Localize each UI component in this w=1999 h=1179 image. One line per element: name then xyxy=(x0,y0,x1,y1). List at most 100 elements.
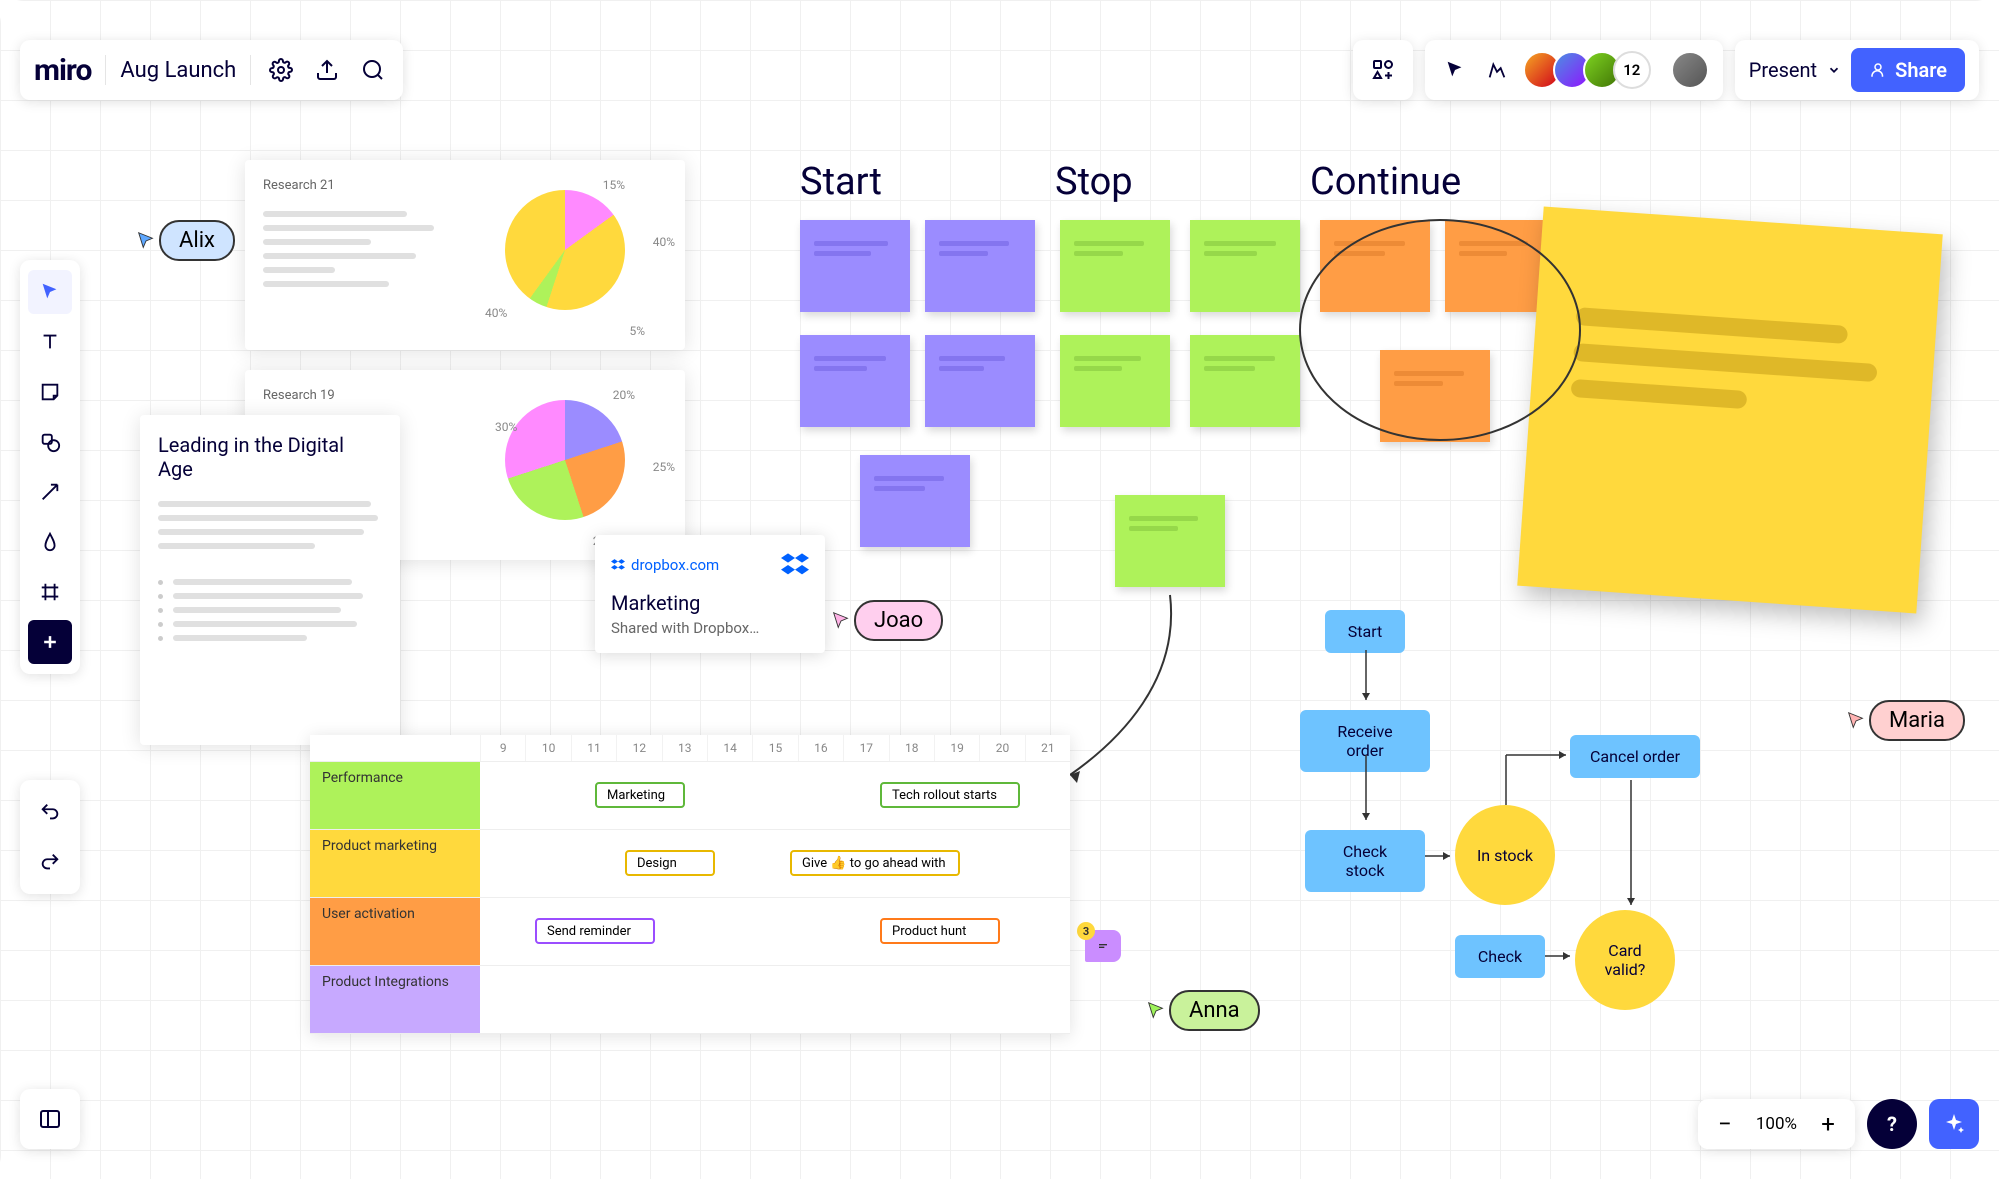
sticky-note[interactable] xyxy=(800,220,910,312)
select-tool[interactable] xyxy=(28,270,72,314)
sticky-note[interactable] xyxy=(1060,220,1170,312)
heading-start[interactable]: Start xyxy=(800,160,882,204)
apps-button[interactable] xyxy=(1353,40,1413,100)
sticky-tool[interactable] xyxy=(28,370,72,414)
sticky-note[interactable] xyxy=(1060,335,1170,427)
gantt-col: 9 xyxy=(480,735,525,761)
sticky-note[interactable] xyxy=(1380,350,1490,442)
heading-stop[interactable]: Stop xyxy=(1055,160,1133,204)
shape-tool[interactable] xyxy=(28,420,72,464)
cursor-label: Anna xyxy=(1169,990,1260,1031)
board-name[interactable]: Aug Launch xyxy=(120,58,236,83)
miro-logo[interactable]: miro xyxy=(34,53,91,88)
gantt-chart[interactable]: 9 10 11 12 13 14 15 16 17 18 19 20 21 Pe… xyxy=(310,735,1070,1034)
add-tool[interactable] xyxy=(28,620,72,664)
frame-tool[interactable] xyxy=(28,570,72,614)
flow-node[interactable]: Receive order xyxy=(1300,710,1430,772)
sticky-note[interactable] xyxy=(1190,335,1300,427)
search-icon[interactable] xyxy=(357,54,389,86)
settings-icon[interactable] xyxy=(265,54,297,86)
heading-continue[interactable]: Continue xyxy=(1310,160,1461,204)
avatar-stack[interactable]: 12 xyxy=(1523,51,1651,89)
sticky-note[interactable] xyxy=(1190,220,1300,312)
share-button[interactable]: Share xyxy=(1851,48,1965,92)
cursor-mode-icon[interactable] xyxy=(1439,54,1471,86)
undo-redo-toolbar xyxy=(20,780,80,894)
sticky-note[interactable] xyxy=(860,455,970,547)
flow-arrow xyxy=(1500,730,1575,810)
gantt-row-label: Performance xyxy=(310,762,480,829)
flow-decision[interactable]: Card valid? xyxy=(1575,910,1675,1010)
current-user-avatar[interactable] xyxy=(1671,51,1709,89)
ai-button[interactable] xyxy=(1929,1099,1979,1149)
help-button[interactable]: ? xyxy=(1867,1099,1917,1149)
divider xyxy=(250,55,251,85)
avatar-overflow[interactable]: 12 xyxy=(1613,51,1651,89)
pen-tool[interactable] xyxy=(28,520,72,564)
zoom-out-button[interactable]: − xyxy=(1706,1105,1744,1143)
percent-label: 30% xyxy=(495,420,517,434)
flow-node[interactable]: Cancel order xyxy=(1570,735,1700,778)
flow-decision[interactable]: In stock xyxy=(1455,805,1555,905)
zoom-in-button[interactable]: + xyxy=(1809,1105,1847,1143)
gantt-row-label: User activation xyxy=(310,898,480,965)
bottom-right-controls: − 100% + ? xyxy=(1698,1099,1979,1149)
panel-toggle-button[interactable] xyxy=(20,1089,80,1149)
reactions-icon[interactable] xyxy=(1481,54,1513,86)
flow-node[interactable]: Check stock xyxy=(1305,830,1425,892)
gantt-row-label: Product marketing xyxy=(310,830,480,897)
percent-label: 15% xyxy=(603,178,625,192)
dropbox-domain: dropbox.com xyxy=(631,556,719,574)
comment-bubble[interactable]: 3 xyxy=(1085,930,1121,962)
sticky-note[interactable] xyxy=(800,335,910,427)
pie-chart-icon xyxy=(505,400,625,520)
board-canvas[interactable]: miro Aug Launch 12 Present Share xyxy=(0,0,1999,1179)
percent-label: 40% xyxy=(485,306,507,320)
flow-node[interactable]: Check xyxy=(1455,935,1545,978)
cursor-label: Joao xyxy=(854,600,943,641)
arrow-tool[interactable] xyxy=(28,470,72,514)
user-cursor-maria: Maria xyxy=(1845,700,1965,741)
gantt-col: 15 xyxy=(752,735,797,761)
percent-label: 20% xyxy=(613,388,635,402)
research-card-1[interactable]: Research 21 15% 40% 5% 40% xyxy=(245,160,685,350)
dropbox-title: Marketing xyxy=(611,591,809,615)
drawn-arrow xyxy=(1060,590,1220,790)
present-button[interactable]: Present xyxy=(1749,58,1841,82)
sticky-note[interactable] xyxy=(1115,495,1225,587)
gantt-header: 9 10 11 12 13 14 15 16 17 18 19 20 21 xyxy=(480,735,1070,761)
zoom-level[interactable]: 100% xyxy=(1748,1114,1805,1134)
gantt-task[interactable]: Product hunt xyxy=(880,918,1000,944)
flow-node[interactable]: Start xyxy=(1325,610,1405,653)
gantt-task[interactable]: Marketing xyxy=(595,782,685,808)
gantt-col: 11 xyxy=(571,735,616,761)
gantt-col: 19 xyxy=(934,735,979,761)
percent-label: 25% xyxy=(653,460,675,474)
export-icon[interactable] xyxy=(311,54,343,86)
undo-button[interactable] xyxy=(28,790,72,834)
gantt-col: 10 xyxy=(525,735,570,761)
gantt-task[interactable]: Tech rollout starts xyxy=(880,782,1020,808)
gantt-col: 13 xyxy=(662,735,707,761)
dropbox-icon xyxy=(781,551,809,579)
sticky-note[interactable] xyxy=(925,220,1035,312)
document-card[interactable]: Leading in the Digital Age xyxy=(140,415,400,745)
gantt-task[interactable]: Design xyxy=(625,850,715,876)
gantt-col: 21 xyxy=(1025,735,1070,761)
share-label: Share xyxy=(1895,58,1947,82)
sticky-note-large[interactable] xyxy=(1517,207,1943,614)
cursor-label: Maria xyxy=(1869,700,1965,741)
dropbox-icon xyxy=(611,558,625,572)
top-right-toolbar: 12 Present Share xyxy=(1353,40,1979,100)
text-tool[interactable] xyxy=(28,320,72,364)
present-share-pill: Present Share xyxy=(1735,40,1979,100)
gantt-task[interactable]: Send reminder xyxy=(535,918,655,944)
redo-button[interactable] xyxy=(28,840,72,884)
dropbox-card[interactable]: dropbox.com Marketing Shared with Dropbo… xyxy=(595,535,825,653)
cursor-icon xyxy=(135,230,157,252)
sticky-note[interactable] xyxy=(925,335,1035,427)
gantt-task[interactable]: Give 👍 to go ahead with xyxy=(790,850,960,876)
sticky-note[interactable] xyxy=(1320,220,1430,312)
user-cursor-anna: Anna xyxy=(1145,990,1260,1031)
gantt-col: 18 xyxy=(889,735,934,761)
